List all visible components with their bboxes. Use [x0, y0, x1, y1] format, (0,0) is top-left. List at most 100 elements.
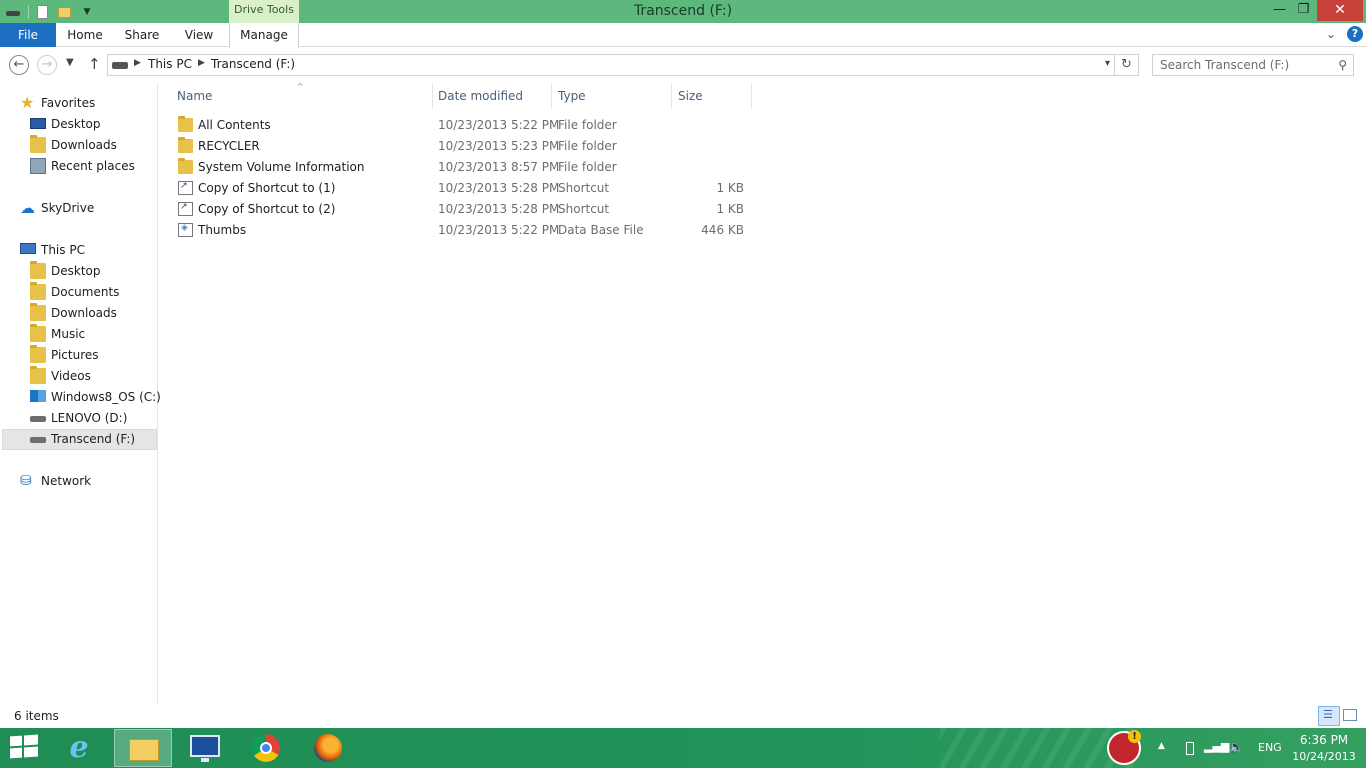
address-bar-row: ← → ▼ ↑ ▶ This PC ▶ Transcend (F:) ▾ ↻ ⚲ — [0, 48, 1366, 81]
wifi-signal-icon[interactable]: ▂▄▆ — [1204, 740, 1229, 753]
tab-share[interactable]: Share — [114, 23, 170, 47]
tab-view[interactable]: View — [170, 23, 228, 47]
quick-access-toolbar: ▼ — [0, 0, 95, 23]
tab-home[interactable]: Home — [56, 23, 114, 47]
show-hidden-icons-icon[interactable]: ▲ — [1158, 741, 1165, 751]
taskbar-internet-explorer[interactable]: e — [50, 729, 108, 767]
file-size: 1 KB — [716, 202, 744, 216]
address-bar[interactable]: ▶ This PC ▶ Transcend (F:) ▾ — [107, 54, 1115, 76]
column-header-date-modified[interactable]: Date modified — [432, 84, 552, 108]
nav-label: Network — [41, 474, 92, 488]
recent-places-icon — [30, 158, 46, 174]
taskbar-firefox[interactable] — [300, 729, 358, 767]
back-button[interactable]: ← — [9, 55, 29, 75]
file-name: All Contents — [198, 118, 271, 132]
windows-logo-icon — [10, 735, 22, 747]
search-input[interactable] — [1153, 55, 1323, 75]
file-row[interactable]: Copy of Shortcut to (2) 10/23/2013 5:28 … — [176, 199, 756, 220]
nav-label: Downloads — [51, 138, 117, 152]
nav-label: Documents — [51, 285, 120, 299]
file-name: Copy of Shortcut to (1) — [198, 181, 336, 195]
window-title: Transcend (F:) — [633, 3, 733, 19]
details-view-icon[interactable] — [1318, 706, 1340, 726]
file-row[interactable]: Copy of Shortcut to (1) 10/23/2013 5:28 … — [176, 178, 756, 199]
file-name: Copy of Shortcut to (2) — [198, 202, 336, 216]
taskbar-chrome[interactable] — [238, 729, 296, 767]
nav-label: Videos — [51, 369, 91, 383]
file-list: Name ^ Date modified Type Size All Conte… — [160, 82, 1366, 704]
volume-muted-icon[interactable]: 🔈 — [1229, 740, 1244, 754]
search-icon[interactable]: ⚲ — [1338, 58, 1347, 72]
ribbon-tab-bar: File Home Share View Manage ⌄ ? — [0, 23, 1366, 48]
database-file-icon — [178, 223, 193, 237]
nav-label: Desktop — [51, 264, 101, 278]
breadcrumb-transcend[interactable]: Transcend (F:) — [211, 57, 295, 71]
file-size: 446 KB — [701, 223, 744, 237]
shortcut-icon — [178, 181, 193, 195]
folder-icon — [178, 137, 193, 153]
file-type: File folder — [558, 160, 617, 174]
file-date: 10/23/2013 5:22 PM — [438, 118, 560, 132]
clock-date[interactable]: 10/24/2013 — [1284, 750, 1364, 763]
column-divider[interactable] — [751, 84, 752, 108]
file-type: File folder — [558, 118, 617, 132]
taskbar-lenovo[interactable] — [176, 729, 234, 767]
file-row[interactable]: System Volume Information 10/23/2013 8:5… — [176, 157, 756, 178]
file-row[interactable]: All Contents 10/23/2013 5:22 PM File fol… — [176, 115, 756, 136]
navigation-pane: ★ Favorites Desktop Downloads Recent pla… — [0, 84, 161, 704]
recent-locations-button[interactable]: ▼ — [66, 57, 74, 68]
breadcrumb-separator-icon[interactable]: ▶ — [134, 58, 141, 68]
cloud-icon: ☁ — [20, 199, 35, 217]
taskbar-file-explorer[interactable] — [114, 729, 172, 767]
search-box[interactable]: ⚲ — [1152, 54, 1354, 76]
file-row[interactable]: Thumbs 10/23/2013 5:22 PM Data Base File… — [176, 220, 756, 241]
start-button[interactable] — [10, 734, 38, 760]
battery-icon[interactable] — [1186, 742, 1194, 755]
forward-button[interactable]: → — [37, 55, 57, 75]
breadcrumb-separator-icon[interactable]: ▶ — [198, 58, 205, 68]
file-type: Shortcut — [558, 181, 610, 195]
nav-label: LENOVO (D:) — [51, 411, 128, 425]
file-date: 10/23/2013 5:22 PM — [438, 223, 560, 237]
clock-time[interactable]: 6:36 PM — [1284, 733, 1364, 747]
file-date: 10/23/2013 5:23 PM — [438, 139, 560, 153]
restore-button[interactable]: ❐ — [1290, 0, 1317, 21]
desktop-icon — [30, 118, 46, 129]
folder-icon — [30, 324, 46, 342]
file-name: Thumbs — [198, 223, 247, 237]
folder-icon — [30, 261, 46, 279]
input-language[interactable]: ENG — [1258, 741, 1282, 754]
star-icon: ★ — [20, 93, 35, 112]
item-count: 6 items — [14, 709, 59, 723]
expand-ribbon-icon[interactable]: ⌄ — [1326, 27, 1336, 41]
file-type: Shortcut — [558, 202, 610, 216]
large-icons-view-icon[interactable] — [1343, 709, 1357, 721]
tab-manage[interactable]: Manage — [229, 23, 299, 48]
nav-label: SkyDrive — [41, 201, 95, 215]
properties-icon[interactable] — [35, 4, 51, 20]
tray-app-alert-icon[interactable] — [1107, 730, 1141, 765]
tab-file[interactable]: File — [0, 23, 56, 47]
refresh-button[interactable]: ↻ — [1115, 54, 1139, 76]
downloads-folder-icon — [30, 135, 46, 153]
column-header-type[interactable]: Type — [552, 84, 672, 108]
chrome-icon — [252, 734, 280, 762]
file-row[interactable]: RECYCLER 10/23/2013 5:23 PM File folder — [176, 136, 756, 157]
chevron-down-icon[interactable]: ▾ — [1105, 58, 1110, 69]
help-icon[interactable]: ? — [1347, 26, 1363, 42]
minimize-button[interactable]: — — [1266, 0, 1293, 21]
file-type: File folder — [558, 139, 617, 153]
column-header-size[interactable]: Size — [672, 84, 752, 108]
new-folder-icon[interactable] — [57, 4, 73, 20]
file-explorer-icon — [129, 739, 159, 761]
close-button[interactable]: ✕ — [1317, 0, 1363, 21]
file-date: 10/23/2013 5:28 PM — [438, 202, 560, 216]
customize-toolbar-icon[interactable]: ▼ — [79, 4, 95, 20]
breadcrumb-this-pc[interactable]: This PC — [148, 57, 192, 71]
nav-label: Favorites — [41, 96, 96, 110]
up-button[interactable]: ↑ — [88, 55, 101, 73]
lenovo-monitor-icon — [190, 735, 220, 762]
folder-icon — [178, 158, 193, 174]
windows-drive-icon — [30, 390, 46, 402]
firefox-icon — [314, 734, 342, 762]
